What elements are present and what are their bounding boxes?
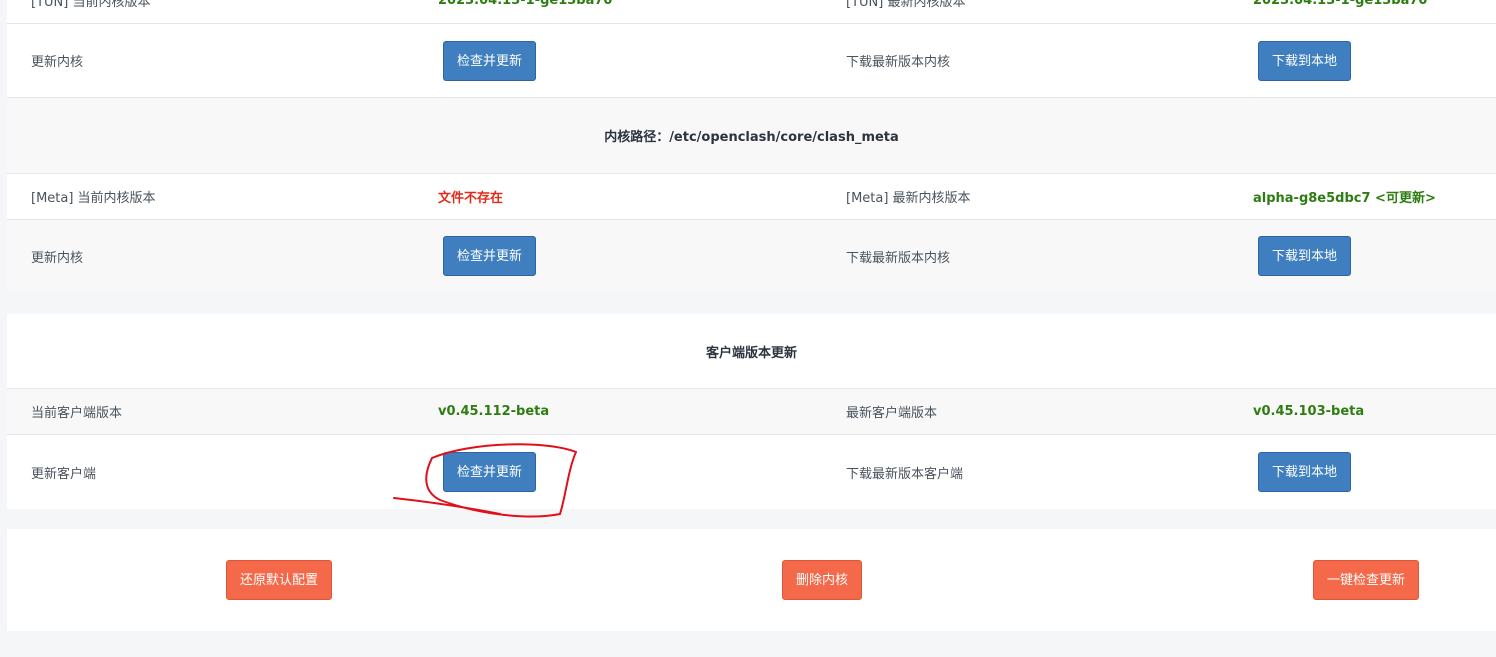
tun-latest-label: [TUN] 最新内核版本 <box>846 0 966 10</box>
tun-check-update-button[interactable]: 检查并更新 <box>443 40 537 81</box>
client-current-value: v0.45.112-beta <box>438 404 550 419</box>
meta-latest-value: alpha-g8e5dbc7 <可更新> <box>1253 191 1436 206</box>
one-click-check-update-button[interactable]: 一键检查更新 <box>1312 560 1419 600</box>
client-section-title: 客户端版本更新 <box>705 345 797 361</box>
tun-update-row: 更新内核 检查并更新 下载最新版本内核 下载到本地 <box>7 24 1496 98</box>
client-update-row: 更新客户端 检查并更新 下载最新版本客户端 下载到本地 <box>7 435 1496 509</box>
kernel-panel: [TUN] 当前内核版本 2023.04.13-1-ge13ba70 [TUN]… <box>7 0 1496 292</box>
restore-default-config-button[interactable]: 还原默认配置 <box>225 560 332 600</box>
tun-version-row: [TUN] 当前内核版本 2023.04.13-1-ge13ba70 [TUN]… <box>7 0 1496 24</box>
tun-latest-value: 2023.04.13-1-ge13ba70 <box>1253 0 1428 8</box>
tun-download-button[interactable]: 下载到本地 <box>1258 40 1352 81</box>
meta-update-label: 更新内核 <box>31 250 84 266</box>
client-check-update-button[interactable]: 检查并更新 <box>443 452 537 492</box>
client-version-row: 当前客户端版本 v0.45.112-beta 最新客户端版本 v0.45.103… <box>7 389 1496 435</box>
client-update-label: 更新客户端 <box>31 466 97 482</box>
client-latest-label: 最新客户端版本 <box>846 406 938 421</box>
actions-panel: 还原默认配置 删除内核 一键检查更新 <box>7 529 1496 631</box>
client-title-row: 客户端版本更新 <box>7 314 1496 389</box>
tun-download-label: 下载最新版本内核 <box>846 55 951 70</box>
client-download-label: 下载最新版本客户端 <box>846 466 964 482</box>
meta-check-update-button[interactable]: 检查并更新 <box>443 236 537 276</box>
core-path-row: 内核路径：/etc/openclash/core/clash_meta <box>7 98 1496 174</box>
client-current-label: 当前客户端版本 <box>31 406 123 421</box>
meta-download-label: 下载最新版本内核 <box>846 250 951 266</box>
client-latest-value: v0.45.103-beta <box>1253 404 1365 419</box>
meta-current-label: [Meta] 当前内核版本 <box>31 191 156 206</box>
client-download-button[interactable]: 下载到本地 <box>1258 452 1352 492</box>
core-path-text: 内核路径：/etc/openclash/core/clash_meta <box>604 130 899 145</box>
tun-current-label: [TUN] 当前内核版本 <box>31 0 151 10</box>
meta-current-value: 文件不存在 <box>438 191 504 206</box>
delete-core-button[interactable]: 删除内核 <box>781 560 862 600</box>
tun-update-label: 更新内核 <box>31 55 84 70</box>
meta-update-row: 更新内核 检查并更新 下载最新版本内核 下载到本地 <box>7 220 1496 292</box>
client-panel: 客户端版本更新 当前客户端版本 v0.45.112-beta 最新客户端版本 v… <box>7 314 1496 509</box>
page: [TUN] 当前内核版本 2023.04.13-1-ge13ba70 [TUN]… <box>0 0 1496 657</box>
meta-latest-label: [Meta] 最新内核版本 <box>846 191 971 206</box>
meta-version-row: [Meta] 当前内核版本 文件不存在 [Meta] 最新内核版本 alpha-… <box>7 174 1496 220</box>
meta-download-button[interactable]: 下载到本地 <box>1258 236 1352 276</box>
tun-current-value: 2023.04.13-1-ge13ba70 <box>438 0 613 8</box>
